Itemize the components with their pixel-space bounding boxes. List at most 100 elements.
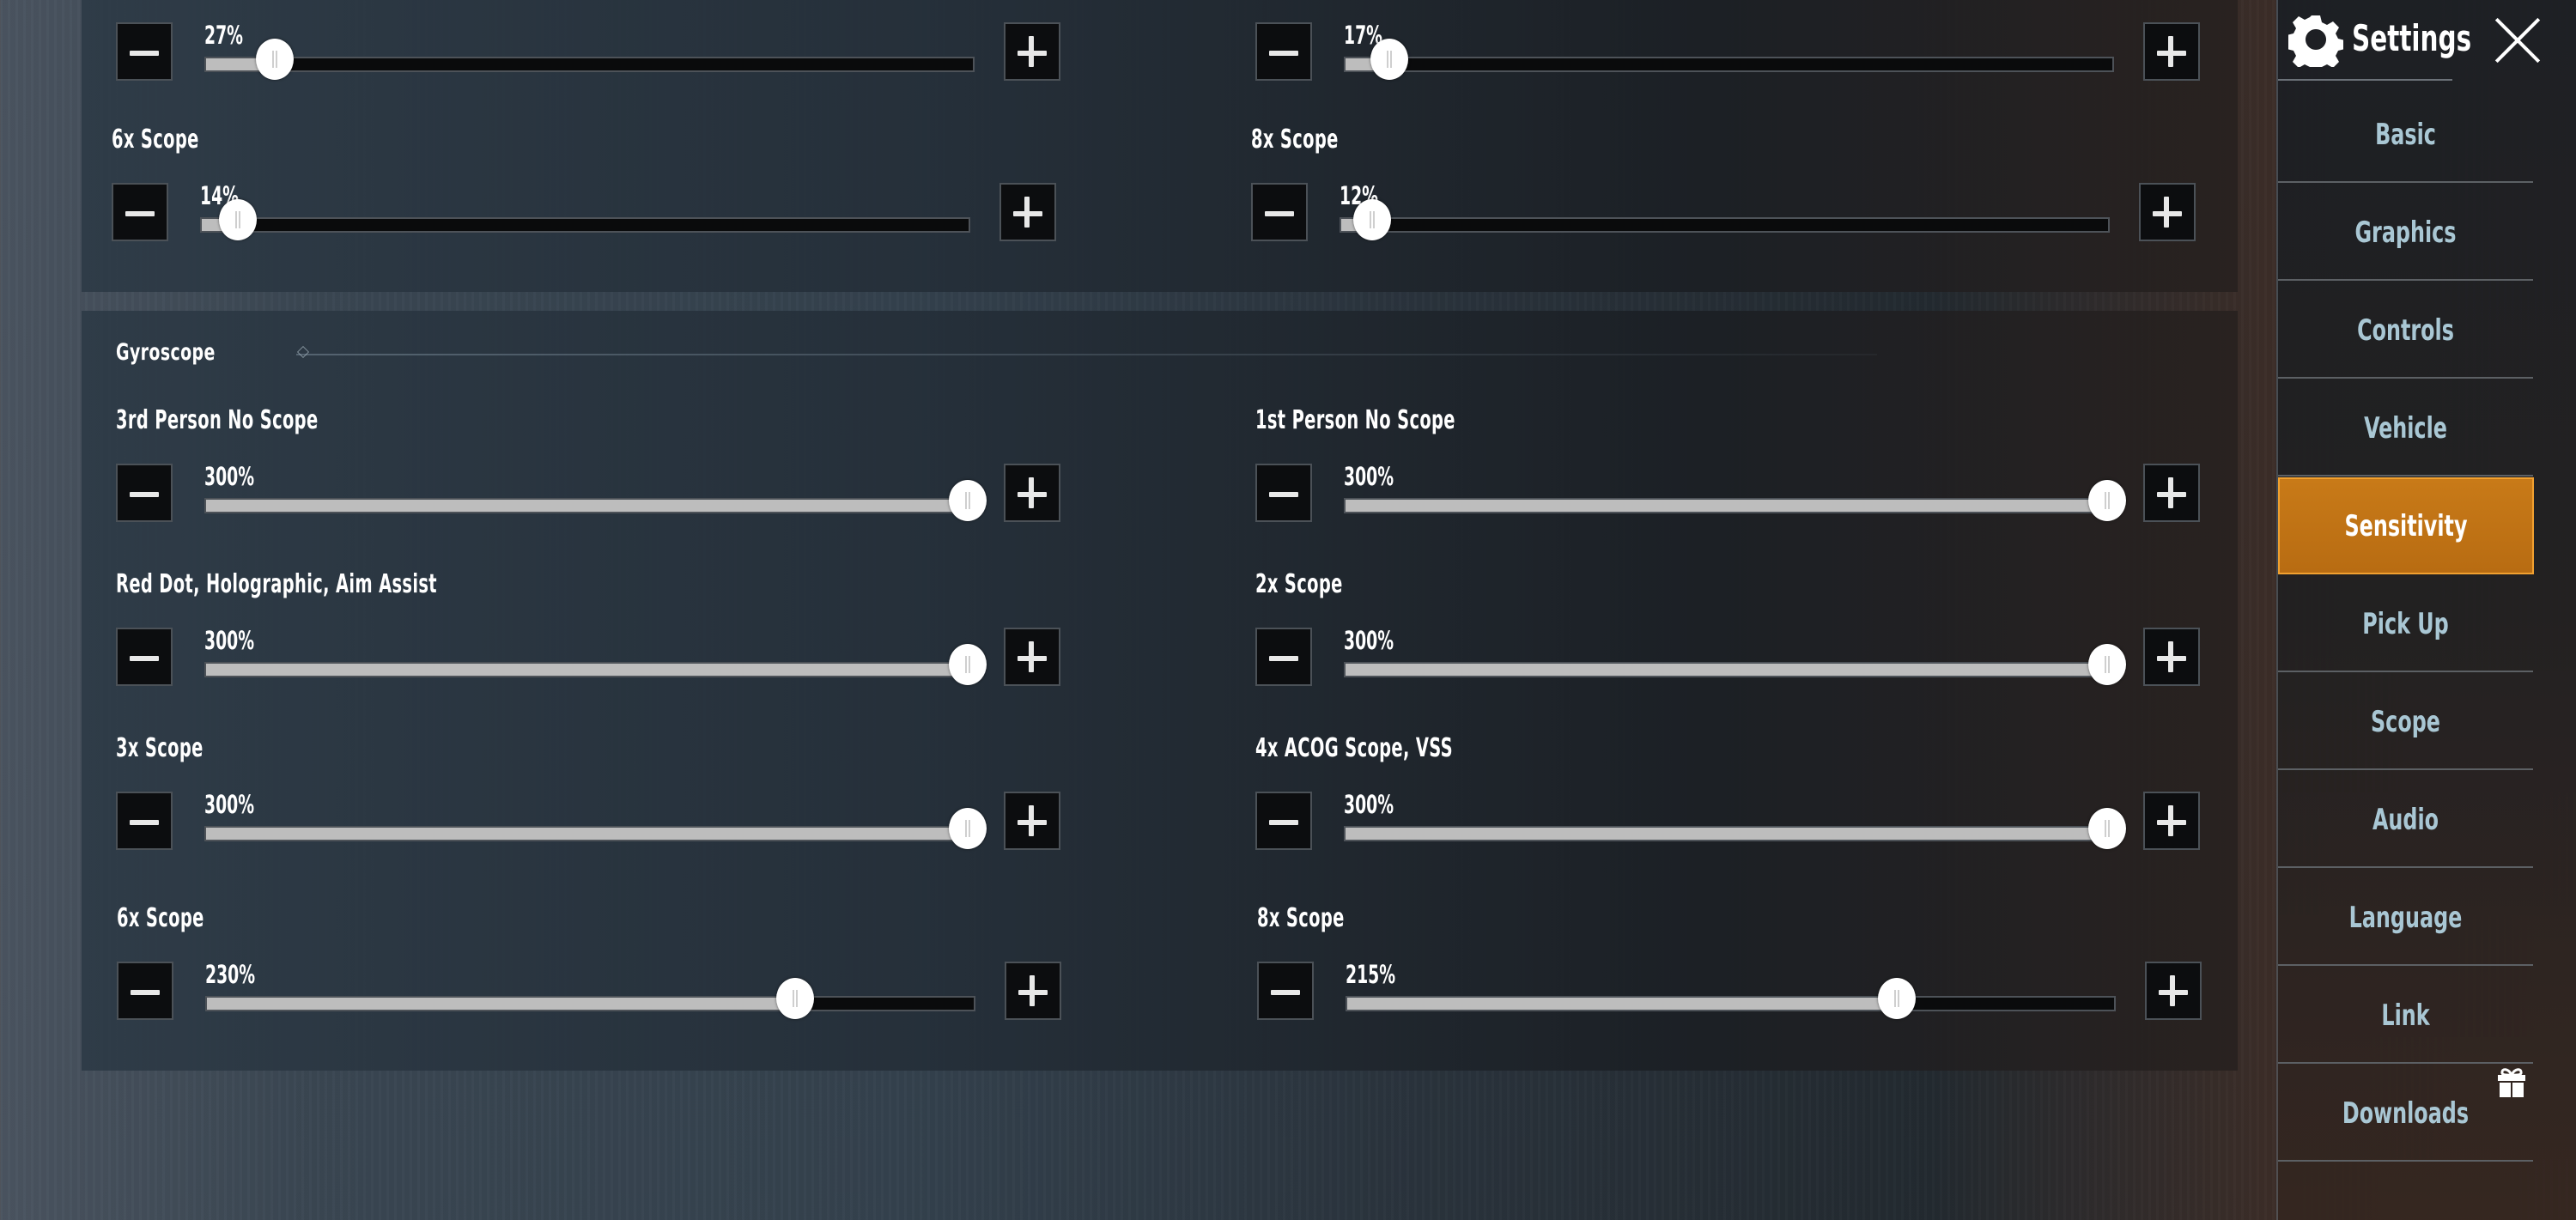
grip-line — [1897, 990, 1899, 1007]
slider-thumb[interactable] — [218, 199, 257, 240]
slider-thumb[interactable] — [1352, 199, 1391, 240]
divider — [2278, 866, 2533, 868]
setting-label: Red Dot, Holographic, Aim Assist — [116, 569, 437, 599]
minus-icon — [1269, 51, 1298, 56]
decrease-button[interactable] — [116, 464, 173, 522]
grip-line — [965, 656, 967, 673]
plus-icon-v — [1029, 805, 1034, 836]
sidebar-item-language[interactable]: Language — [2278, 869, 2533, 966]
plus-icon-v — [1029, 36, 1034, 67]
sidebar-item-audio[interactable]: Audio — [2278, 771, 2533, 868]
increase-button[interactable] — [2143, 628, 2200, 686]
sidebar-item-graphics[interactable]: Graphics — [2278, 184, 2533, 281]
increase-button[interactable] — [1004, 464, 1060, 522]
sidebar-item-sensitivity[interactable]: Sensitivity — [2278, 477, 2534, 574]
slider-track[interactable] — [1344, 644, 2126, 685]
gear-icon — [2288, 15, 2343, 67]
sidebar-item-label: Basic — [2375, 118, 2436, 152]
slider-track[interactable] — [204, 480, 987, 521]
slider-thumb[interactable] — [256, 39, 295, 80]
increase-button[interactable] — [2143, 792, 2200, 850]
setting-label: 3rd Person No Scope — [116, 405, 319, 435]
sidebar-item-scope[interactable]: Scope — [2278, 673, 2533, 770]
settings-title: Settings — [2352, 17, 2472, 59]
decrease-button[interactable] — [112, 183, 168, 241]
decrease-button[interactable] — [1257, 962, 1314, 1020]
grip-line — [2108, 492, 2110, 509]
decrease-button[interactable] — [116, 22, 173, 81]
slider-setting-8x-scope: 8x Scope 215% — [1257, 903, 2219, 1041]
section-title: Gyroscope — [116, 339, 216, 366]
decrease-button[interactable] — [1251, 183, 1308, 241]
sidebar-item-basic[interactable]: Basic — [2278, 86, 2533, 183]
increase-button[interactable] — [1005, 962, 1061, 1020]
slider-thumb[interactable] — [775, 978, 814, 1019]
settings-header: Settings — [2278, 0, 2576, 81]
sidebar-item-label: Controls — [2357, 313, 2454, 348]
increase-button[interactable] — [1004, 22, 1060, 81]
slider-thumb[interactable] — [949, 808, 987, 849]
slider-track[interactable] — [204, 39, 975, 80]
decrease-button[interactable] — [117, 962, 173, 1020]
plus-icon-v — [2168, 36, 2173, 67]
minus-icon — [1269, 820, 1298, 825]
decrease-button[interactable] — [1255, 22, 1312, 81]
slider-setting-3rd-person-no-scope: 3rd Person No Scope 300% — [116, 405, 1078, 543]
slider-thumb[interactable] — [949, 644, 987, 685]
slider-thumb[interactable] — [2088, 808, 2126, 849]
grip-line — [792, 990, 794, 1007]
slider-fill — [206, 664, 968, 676]
slider-track[interactable] — [204, 808, 987, 849]
plus-icon-v — [1029, 641, 1034, 672]
increase-button[interactable] — [2143, 464, 2200, 522]
plus-icon-v — [2168, 477, 2173, 508]
slider-track[interactable] — [205, 978, 975, 1019]
decrease-button[interactable] — [1255, 792, 1312, 850]
slider-track[interactable] — [1344, 480, 2126, 521]
increase-button[interactable] — [999, 183, 1056, 241]
increase-button[interactable] — [1004, 792, 1060, 850]
value-label: 27% — [204, 21, 243, 50]
slider-track[interactable] — [1346, 978, 2116, 1019]
divider — [2278, 964, 2533, 966]
slider-setting-8x-scope: 8x Scope 12% — [1251, 124, 2213, 262]
value-label: 300% — [1344, 626, 1394, 655]
setting-label: 2x Scope — [1255, 569, 1343, 599]
sidebar-item-pick-up[interactable]: Pick Up — [2278, 575, 2533, 672]
slider-track[interactable] — [1344, 808, 2126, 849]
sidebar-item-controls[interactable]: Controls — [2278, 282, 2533, 379]
grip-line — [2105, 820, 2106, 837]
gift-icon — [2498, 1068, 2525, 1097]
scope-sensitivity-panel: 27% 17% 6x Scope 14% 8x Scope 12% — [82, 0, 2238, 292]
setting-label: 6x Scope — [112, 124, 199, 155]
slider-track[interactable] — [204, 644, 987, 685]
increase-button[interactable] — [1004, 628, 1060, 686]
grip-line — [965, 492, 967, 509]
slider-thumb[interactable] — [1877, 978, 1916, 1019]
slider-thumb[interactable] — [2088, 644, 2126, 685]
plus-icon-v — [2168, 641, 2173, 672]
decrease-button[interactable] — [116, 628, 173, 686]
slider-thumb[interactable] — [1370, 39, 1408, 80]
value-label: 230% — [205, 960, 256, 989]
setting-label: 1st Person No Scope — [1255, 405, 1455, 435]
slider-track[interactable] — [200, 199, 970, 240]
increase-button[interactable] — [2145, 962, 2202, 1020]
slider-track[interactable] — [1340, 199, 2110, 240]
increase-button[interactable] — [2143, 22, 2200, 81]
sidebar-item-link[interactable]: Link — [2278, 967, 2533, 1064]
slider-thumb[interactable] — [949, 480, 987, 521]
decrease-button[interactable] — [1255, 464, 1312, 522]
close-icon[interactable] — [2493, 15, 2543, 65]
sidebar-item-vehicle[interactable]: Vehicle — [2278, 379, 2533, 476]
slider-fill — [206, 500, 968, 512]
decrease-button[interactable] — [1255, 628, 1312, 686]
grip-line — [1893, 990, 1896, 1007]
slider-thumb[interactable] — [2088, 480, 2126, 521]
increase-button[interactable] — [2139, 183, 2196, 241]
divider — [2278, 181, 2533, 183]
slider-track[interactable] — [1344, 39, 2114, 80]
decrease-button[interactable] — [116, 792, 173, 850]
grip-line — [272, 51, 275, 68]
grip-line — [276, 51, 278, 68]
